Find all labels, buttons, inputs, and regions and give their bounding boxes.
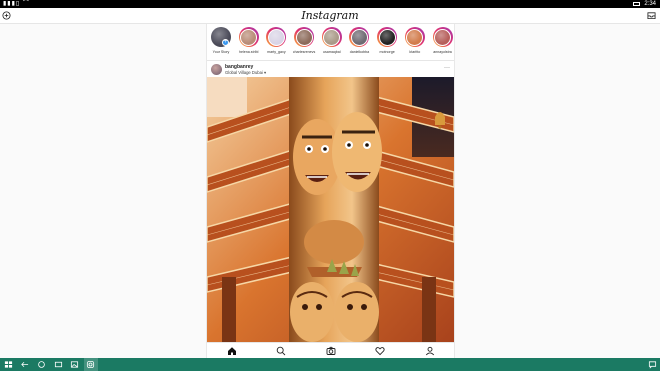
app-logo: Instagram (301, 9, 359, 22)
story-ring (377, 27, 398, 47)
story-item[interactable]: charlesrenevs (290, 24, 318, 60)
windows-taskbar (0, 358, 660, 371)
avatar[interactable] (211, 64, 222, 75)
chevron-down-icon: ▾ (264, 70, 267, 75)
location-text[interactable]: Global Village Dubai (225, 70, 263, 75)
story-ring (294, 27, 315, 47)
windows-start-icon[interactable] (4, 360, 13, 369)
story-username: ktaritto (409, 50, 421, 54)
story-username: usamaqbal (322, 50, 341, 54)
story-username: charlesrenevs (292, 50, 316, 54)
story-ring (432, 27, 453, 47)
story-ring (349, 27, 370, 47)
feed: + Your Story helena.strlbl marty_gaxy charle… (206, 24, 455, 342)
back-arrow-icon[interactable] (20, 360, 29, 369)
story-item[interactable]: danielkobba (345, 24, 373, 60)
story-ring (404, 27, 425, 47)
story-item[interactable]: motnorge (373, 24, 401, 60)
post-location[interactable]: Global Village Dubai ▾ (225, 70, 266, 75)
cortana-icon[interactable] (37, 360, 46, 369)
instagram-app-icon[interactable] (86, 360, 95, 369)
avatar (295, 28, 313, 46)
inbox-icon[interactable] (647, 11, 656, 20)
task-view-icon[interactable] (54, 360, 63, 369)
avatar (323, 28, 341, 46)
battery-icon (633, 2, 641, 6)
avatar (406, 28, 424, 46)
avatar (378, 28, 396, 46)
more-options-button[interactable]: ··· (444, 65, 450, 71)
camera-icon[interactable] (326, 346, 336, 356)
avatar (350, 28, 368, 46)
stories-tray: + Your Story helena.strlbl marty_gaxy charle… (207, 24, 455, 61)
story-item[interactable]: annayolstra (429, 24, 455, 60)
clock: 2:34 (644, 1, 656, 7)
avatar (240, 28, 258, 46)
story-username: marty_gaxy (267, 50, 286, 54)
home-icon[interactable] (227, 346, 237, 356)
story-item[interactable]: helena.strlbl (235, 24, 263, 60)
heart-icon[interactable] (375, 346, 385, 356)
story-item[interactable]: marty_gaxy (262, 24, 290, 60)
story-username: helena.strlbl (238, 50, 259, 54)
carved-totem-photo (207, 77, 454, 342)
avatar (267, 28, 285, 46)
story-username: annayolstra (433, 50, 452, 54)
bottom-nav (206, 342, 455, 358)
story-username: Your Story (212, 50, 230, 54)
action-center-icon[interactable] (648, 360, 657, 369)
search-icon[interactable] (276, 346, 286, 356)
photos-app-icon[interactable] (70, 360, 79, 369)
status-bar: ▮▮▮▯ ⌒ 2:34 (0, 0, 660, 8)
story-ring (321, 27, 342, 47)
signal-indicator: ▮▮▮▯ ⌒ (3, 1, 30, 7)
story-username: motnorge (379, 50, 395, 54)
app-header: Instagram (0, 8, 660, 24)
profile-icon[interactable] (425, 346, 435, 356)
avatar (434, 28, 451, 46)
story-ring (238, 27, 259, 47)
story-item[interactable]: ktaritto (401, 24, 429, 60)
post-image[interactable] (207, 77, 454, 342)
story-username: danielkobba (349, 50, 370, 54)
add-story-icon: + (222, 39, 229, 46)
story-item[interactable]: usamaqbal (318, 24, 346, 60)
story-ring (266, 27, 287, 47)
story-item[interactable]: + Your Story (207, 24, 235, 60)
